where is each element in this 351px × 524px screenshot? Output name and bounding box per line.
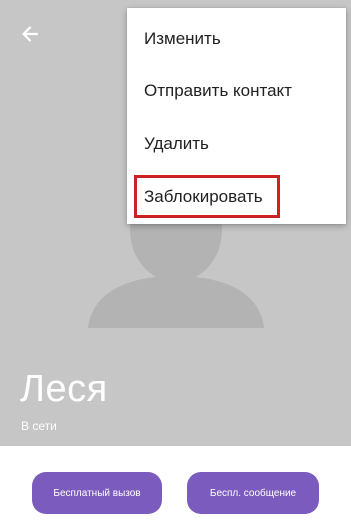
free-message-button[interactable]: Беспл. сообщение — [187, 472, 319, 514]
overflow-menu: Изменить Отправить контакт Удалить Забло… — [127, 8, 346, 224]
arrow-left-icon — [22, 26, 39, 42]
free-call-button[interactable]: Бесплатный вызов — [32, 472, 162, 514]
contact-actions-bar: Бесплатный вызов Беспл. сообщение — [0, 446, 351, 524]
menu-item-send-contact[interactable]: Отправить контакт — [127, 65, 346, 117]
back-button[interactable] — [14, 18, 46, 50]
contact-status: В сети — [21, 419, 57, 433]
menu-item-edit[interactable]: Изменить — [127, 13, 346, 65]
menu-item-block[interactable]: Заблокировать — [127, 171, 346, 223]
contact-name: Леся — [20, 368, 108, 410]
menu-item-delete[interactable]: Удалить — [127, 118, 346, 170]
